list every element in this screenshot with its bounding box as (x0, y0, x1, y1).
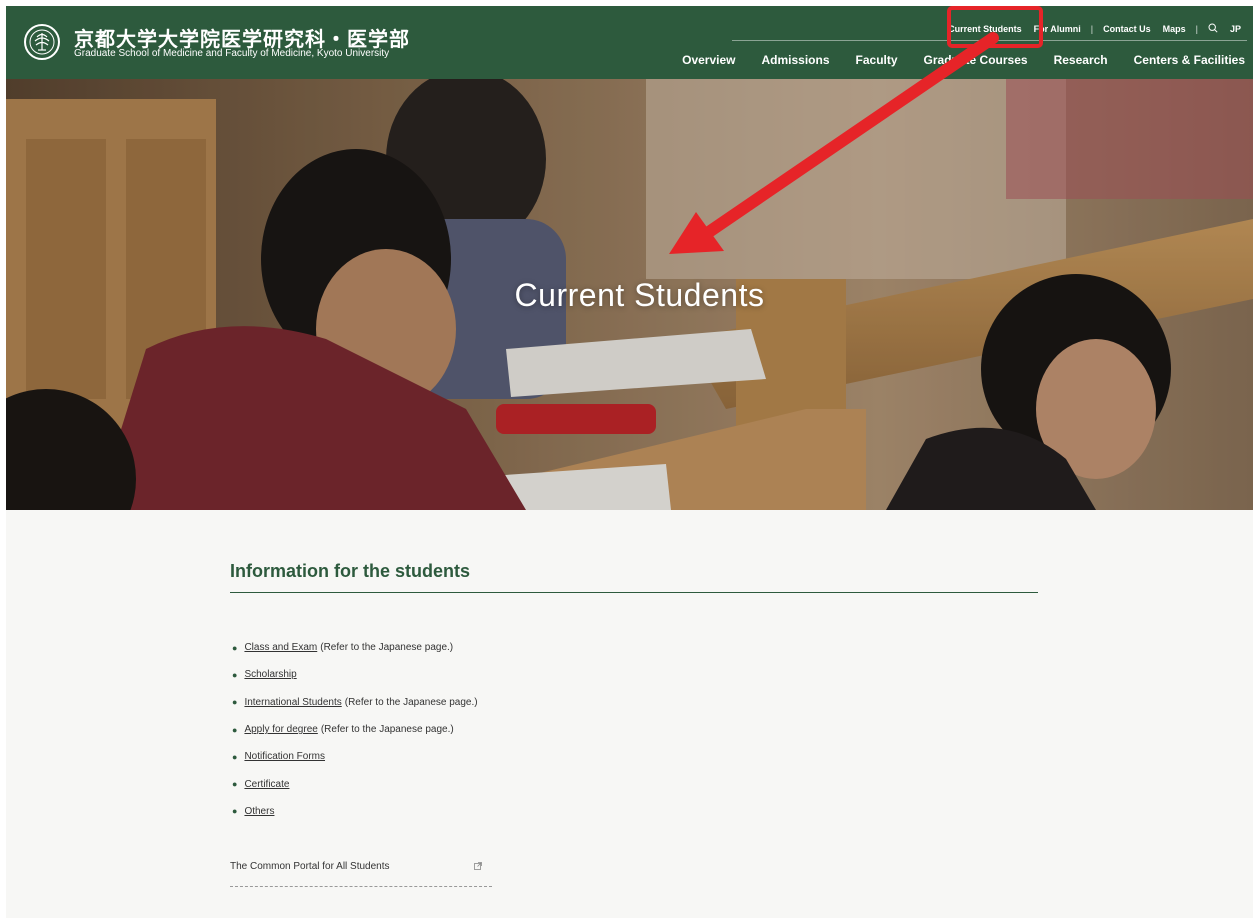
main-nav: Overview Admissions Faculty Graduate Cou… (669, 51, 1245, 69)
util-link-maps[interactable]: Maps (1157, 24, 1192, 34)
bullet-icon: ● (232, 697, 238, 708)
page-frame: 京都大学大学院医学研究科・医学部 Graduate School of Medi… (6, 6, 1253, 918)
portal-label[interactable]: The Common Portal for All Students (230, 861, 390, 872)
site-header: 京都大学大学院医学研究科・医学部 Graduate School of Medi… (6, 6, 1253, 79)
link-apply-for-degree[interactable]: Apply for degree (244, 724, 317, 735)
list-item: ● Notification Forms (230, 743, 1038, 770)
util-separator: | (1090, 24, 1094, 34)
util-separator: | (1195, 24, 1198, 34)
list-item-note: (Refer to the Japanese page.) (344, 696, 478, 708)
link-international-students[interactable]: International Students (244, 697, 341, 708)
list-item-note: (Refer to the Japanese page.) (320, 724, 454, 736)
link-notification-forms[interactable]: Notification Forms (244, 751, 325, 762)
list-item: ● Class and Exam (Refer to the Japanese … (230, 634, 1038, 661)
bullet-icon: ● (232, 642, 238, 653)
link-certificate[interactable]: Certificate (244, 779, 289, 790)
bullet-icon: ● (232, 806, 238, 817)
bullet-icon: ● (232, 779, 238, 790)
language-toggle-jp[interactable]: JP (1224, 24, 1247, 34)
bullet-icon: ● (232, 751, 238, 762)
nav-admissions[interactable]: Admissions (749, 53, 843, 67)
list-item: ● Certificate (230, 770, 1038, 797)
common-portal-link[interactable]: The Common Portal for All Students (230, 861, 492, 887)
link-class-and-exam[interactable]: Class and Exam (244, 642, 317, 653)
list-item-note: (Refer to the Japanese page.) (320, 642, 454, 654)
list-item: ● Scholarship (230, 661, 1038, 688)
list-item: ● International Students (Refer to the J… (230, 689, 1038, 716)
main-content: Information for the students ● Class and… (230, 561, 1038, 887)
section-heading: Information for the students (230, 561, 1038, 593)
link-others[interactable]: Others (244, 806, 274, 817)
info-list: ● Class and Exam (Refer to the Japanese … (230, 634, 1038, 825)
nav-centers-facilities[interactable]: Centers & Facilities (1121, 53, 1245, 67)
bullet-icon: ● (232, 669, 238, 680)
nav-research[interactable]: Research (1041, 53, 1121, 67)
list-item: ● Apply for degree (Refer to the Japanes… (230, 716, 1038, 743)
kyoto-university-emblem-icon[interactable] (24, 24, 60, 60)
list-item: ● Others (230, 798, 1038, 825)
external-link-icon (474, 861, 482, 872)
highlight-box (947, 6, 1043, 48)
search-icon[interactable] (1202, 23, 1224, 35)
link-scholarship[interactable]: Scholarship (244, 669, 296, 680)
nav-overview[interactable]: Overview (669, 53, 748, 67)
bullet-icon: ● (232, 724, 238, 735)
hero-banner: Current Students (6, 79, 1253, 510)
nav-graduate-courses[interactable]: Graduate Courses (911, 53, 1041, 67)
hero-title: Current Students (514, 277, 765, 313)
nav-faculty[interactable]: Faculty (843, 53, 911, 67)
site-title-english[interactable]: Graduate School of Medicine and Faculty … (74, 48, 389, 59)
util-link-contact-us[interactable]: Contact Us (1097, 24, 1157, 34)
